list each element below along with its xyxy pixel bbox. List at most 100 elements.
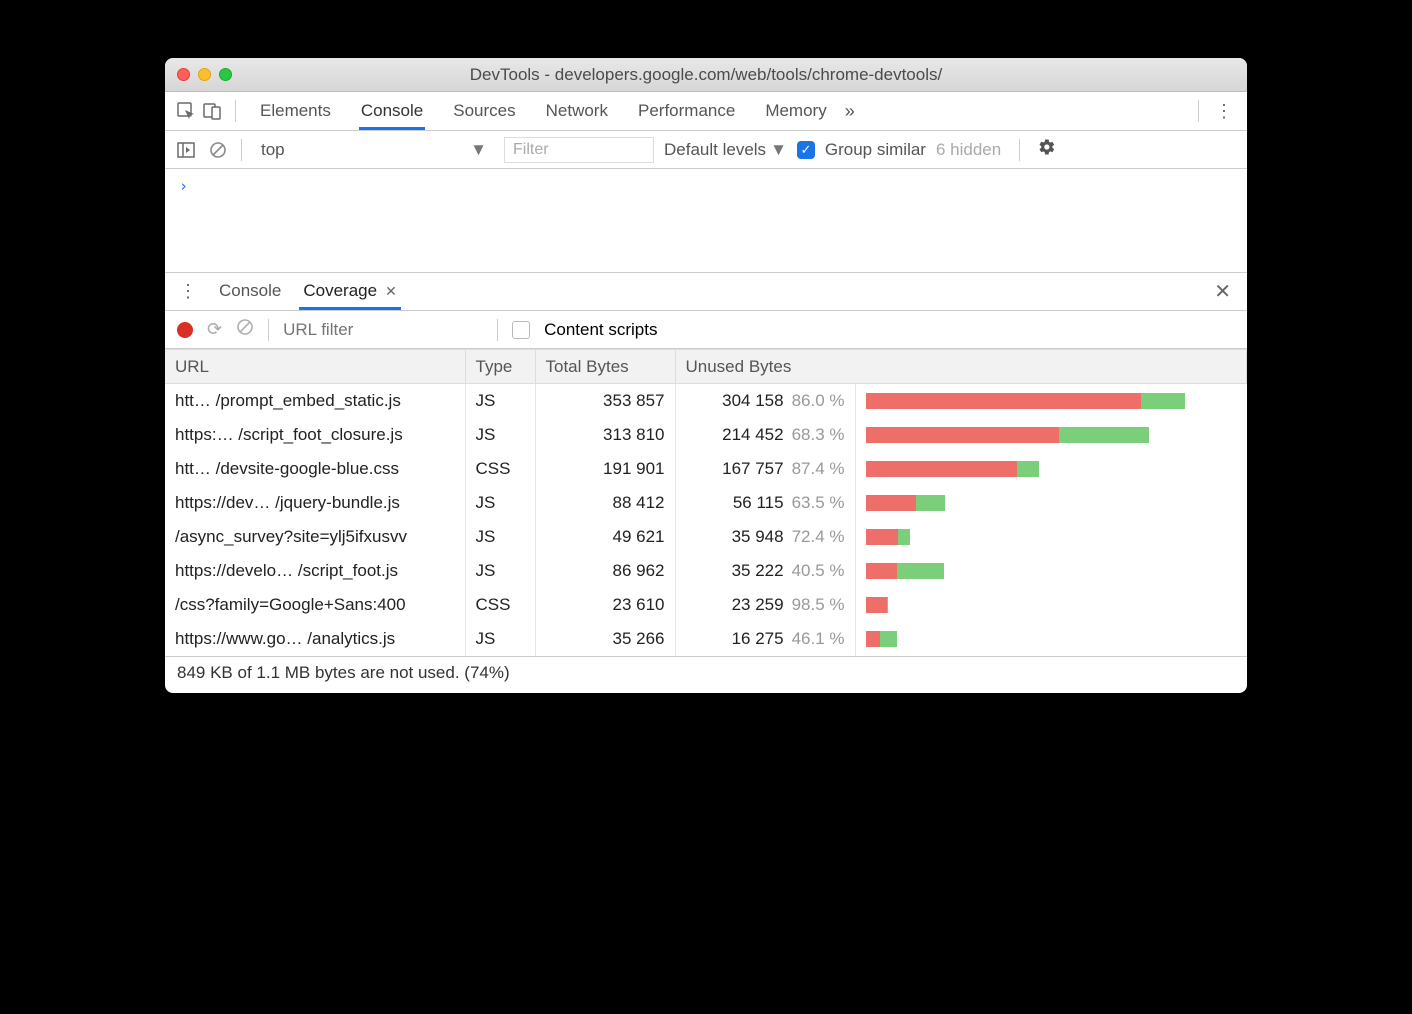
toolbar-separator	[268, 319, 269, 341]
cell-unused-bytes: 35 94872.4 %	[675, 520, 855, 554]
cell-url: https:… /script_foot_closure.js	[165, 418, 465, 452]
cell-total-bytes: 35 266	[535, 622, 675, 656]
cell-usage-bar	[855, 588, 1247, 622]
main-toolbar: Elements Console Sources Network Performance…	[165, 92, 1247, 131]
dropdown-arrow-icon: ▼	[770, 140, 787, 160]
reload-icon[interactable]: ⟳	[207, 319, 222, 340]
tab-elements[interactable]: Elements	[258, 93, 333, 130]
dropdown-arrow-icon: ▼	[470, 140, 487, 160]
coverage-table-header: URL Type Total Bytes Unused Bytes	[165, 350, 1247, 384]
bar-unused	[866, 597, 887, 613]
col-unused[interactable]: Unused Bytes	[675, 350, 1247, 384]
cell-usage-bar	[855, 554, 1247, 588]
execution-context-select[interactable]: top ▼	[254, 137, 494, 163]
close-tab-icon[interactable]: ✕	[385, 283, 397, 300]
minimize-window-button[interactable]	[198, 68, 211, 81]
cell-type: JS	[465, 520, 535, 554]
table-row[interactable]: https:… /script_foot_closure.jsJS313 810…	[165, 418, 1247, 452]
cell-unused-bytes: 304 15886.0 %	[675, 384, 855, 418]
bar-used	[1141, 393, 1186, 409]
zoom-window-button[interactable]	[219, 68, 232, 81]
tab-performance[interactable]: Performance	[636, 93, 737, 130]
coverage-summary-text: 849 KB of 1.1 MB bytes are not used. (74…	[177, 663, 510, 682]
group-similar-checkbox[interactable]: ✓	[797, 141, 815, 159]
col-url[interactable]: URL	[165, 350, 465, 384]
tab-console[interactable]: Console	[359, 93, 425, 130]
hidden-messages-count[interactable]: 6 hidden	[936, 140, 1001, 160]
drawer-header: ⋮ Console Coverage ✕ ✕	[165, 273, 1247, 311]
cell-total-bytes: 23 610	[535, 588, 675, 622]
cell-unused-bytes: 35 22240.5 %	[675, 554, 855, 588]
clear-coverage-icon[interactable]	[236, 318, 254, 341]
bar-used	[880, 631, 897, 647]
clear-console-icon[interactable]	[207, 139, 229, 161]
cell-type: CSS	[465, 588, 535, 622]
tab-memory[interactable]: Memory	[763, 93, 828, 130]
cell-type: JS	[465, 554, 535, 588]
drawer-tab-console[interactable]: Console	[215, 273, 285, 310]
col-total[interactable]: Total Bytes	[535, 350, 675, 384]
cell-type: CSS	[465, 452, 535, 486]
table-row[interactable]: https://develo… /script_foot.jsJS86 9623…	[165, 554, 1247, 588]
coverage-url-filter-input[interactable]	[283, 320, 483, 340]
toolbar-separator	[1019, 139, 1020, 161]
bar-unused	[866, 461, 1018, 477]
cell-usage-bar	[855, 452, 1247, 486]
cell-usage-bar	[855, 520, 1247, 554]
cell-url: https://develo… /script_foot.js	[165, 554, 465, 588]
drawer-tabs: Console Coverage ✕	[215, 273, 401, 310]
cell-total-bytes: 49 621	[535, 520, 675, 554]
toggle-console-sidebar-icon[interactable]	[175, 139, 197, 161]
cell-unused-bytes: 167 75787.4 %	[675, 452, 855, 486]
cell-unused-bytes: 23 25998.5 %	[675, 588, 855, 622]
close-window-button[interactable]	[177, 68, 190, 81]
table-row[interactable]: https://dev… /jquery-bundle.jsJS88 41256…	[165, 486, 1247, 520]
drawer-tab-coverage[interactable]: Coverage ✕	[299, 273, 400, 310]
console-messages[interactable]: ›	[165, 169, 1247, 273]
console-settings-icon[interactable]	[1038, 138, 1056, 161]
bar-unused	[866, 631, 881, 647]
cell-total-bytes: 313 810	[535, 418, 675, 452]
content-scripts-checkbox[interactable]	[512, 321, 530, 339]
tab-sources[interactable]: Sources	[451, 93, 517, 130]
tabs-overflow-icon[interactable]: »	[845, 101, 855, 122]
bar-unused	[866, 563, 898, 579]
bar-used	[1017, 461, 1039, 477]
drawer-tab-label: Coverage	[303, 281, 377, 301]
cell-usage-bar	[855, 418, 1247, 452]
console-filter-input[interactable]	[504, 137, 654, 163]
cell-url: /css?family=Google+Sans:400	[165, 588, 465, 622]
table-row[interactable]: /async_survey?site=ylj5ifxusvvJS49 62135…	[165, 520, 1247, 554]
tab-network[interactable]: Network	[544, 93, 610, 130]
console-prompt-icon: ›	[179, 177, 188, 195]
cell-url: https://dev… /jquery-bundle.js	[165, 486, 465, 520]
toolbar-separator	[1198, 100, 1199, 122]
bar-used	[1059, 427, 1149, 443]
cell-type: JS	[465, 418, 535, 452]
close-drawer-icon[interactable]: ✕	[1208, 279, 1237, 304]
col-type[interactable]: Type	[465, 350, 535, 384]
cell-url: https://www.go… /analytics.js	[165, 622, 465, 656]
table-row[interactable]: htt… /prompt_embed_static.jsJS353 857304…	[165, 384, 1247, 418]
cell-unused-bytes: 214 45268.3 %	[675, 418, 855, 452]
table-row[interactable]: htt… /devsite-google-blue.cssCSS191 9011…	[165, 452, 1247, 486]
inspect-element-icon[interactable]	[175, 100, 197, 122]
drawer-menu-icon[interactable]: ⋮	[175, 281, 201, 302]
bar-unused	[866, 393, 1141, 409]
console-toolbar: top ▼ Default levels ▼ ✓ Group similar 6…	[165, 131, 1247, 169]
titlebar: DevTools - developers.google.com/web/too…	[165, 58, 1247, 92]
traffic-lights	[177, 68, 232, 81]
bar-used	[916, 495, 945, 511]
log-levels-select[interactable]: Default levels ▼	[664, 140, 787, 160]
cell-url: htt… /devsite-google-blue.css	[165, 452, 465, 486]
record-button[interactable]	[177, 322, 193, 338]
drawer-tab-label: Console	[219, 281, 281, 301]
cell-type: JS	[465, 384, 535, 418]
cell-total-bytes: 86 962	[535, 554, 675, 588]
cell-url: /async_survey?site=ylj5ifxusvv	[165, 520, 465, 554]
devtools-menu-icon[interactable]: ⋮	[1211, 101, 1237, 122]
toolbar-separator	[241, 139, 242, 161]
table-row[interactable]: /css?family=Google+Sans:400CSS23 61023 2…	[165, 588, 1247, 622]
table-row[interactable]: https://www.go… /analytics.jsJS35 26616 …	[165, 622, 1247, 656]
device-toolbar-icon[interactable]	[201, 100, 223, 122]
